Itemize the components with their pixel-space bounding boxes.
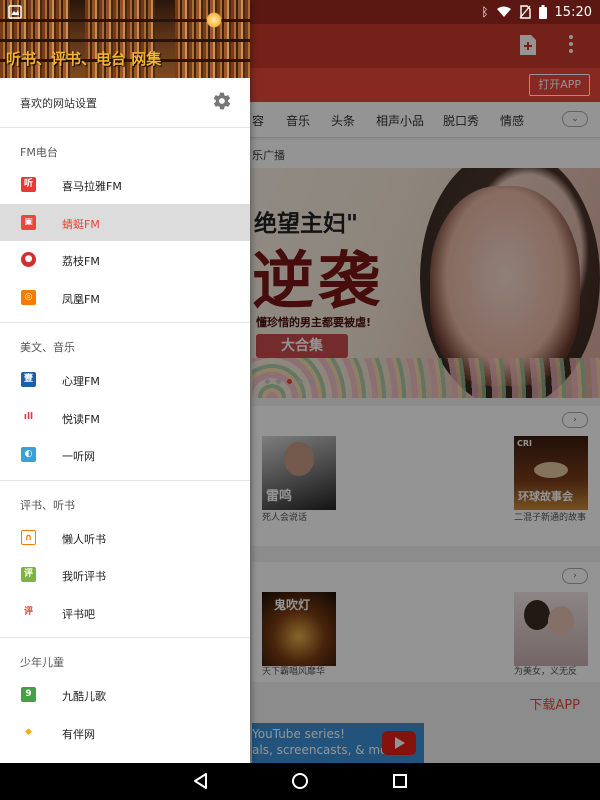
wifi-icon — [496, 6, 511, 17]
lizhi-icon: ● — [21, 252, 36, 267]
battery-icon — [538, 5, 547, 19]
drawer-item-label: 荔枝FM — [62, 255, 100, 268]
fenghuang-icon: ◎ — [21, 289, 36, 305]
drawer-header-title: 听书、评书、电台 网集 — [6, 50, 162, 68]
status-icons: ᛒ 15:20 — [481, 0, 592, 24]
drawer-item-label: 我听评书 — [62, 570, 106, 583]
no-sim-icon — [519, 5, 531, 19]
image-notification-icon — [8, 4, 22, 23]
drawer-item-ximalaya[interactable]: 听 喜马拉雅FM — [0, 166, 250, 204]
youban-icon: ◆ — [21, 724, 36, 740]
drawer-item-qingting[interactable]: ▣ 蜻蜓FM — [0, 203, 250, 241]
drawer-item-yuedu[interactable]: ıll 悦读FM — [0, 399, 250, 437]
qingting-icon: ▣ — [21, 214, 36, 230]
back-icon[interactable] — [192, 772, 208, 794]
drawer-item-label: 凤凰FM — [62, 292, 100, 306]
yuedu-icon: ıll — [21, 409, 36, 425]
group-title-storytelling: 评书、听书 — [20, 498, 75, 512]
xinli-icon: 壹 — [21, 372, 36, 387]
drawer-item-label: 悦读FM — [62, 412, 100, 426]
group-title-children: 少年儿童 — [20, 656, 64, 669]
drawer-item-label: 懒人听书 — [62, 532, 106, 546]
group-title-fm: FM电台 — [20, 146, 58, 159]
yiting-icon: ◐ — [21, 447, 36, 462]
screen: ᛒ 15:20 打开APP 容 音乐 头条 相声小品 脱口秀 情感 ⌄ 乐广播 … — [0, 0, 600, 800]
ximalaya-icon: 听 — [21, 177, 36, 192]
drawer-item-youban[interactable]: ◆ 有伴网 — [0, 714, 250, 752]
bluetooth-icon: ᛒ — [481, 5, 489, 19]
lamp-graphic — [206, 12, 222, 28]
drawer-item-woting[interactable]: 评 我听评书 — [0, 556, 250, 594]
drawer-item-lizhi[interactable]: ● 荔枝FM — [0, 241, 250, 279]
lanren-icon: ∩ — [21, 529, 36, 545]
woting-icon: 评 — [21, 567, 36, 582]
drawer-item-pingshuba[interactable]: 评 评书吧 — [0, 594, 250, 632]
gear-icon[interactable] — [212, 91, 232, 115]
drawer-item-xinli[interactable]: 壹 心理FM — [0, 361, 250, 399]
site-settings-row[interactable]: 喜欢的网站设置 — [0, 78, 250, 128]
drawer-item-label: 喜马拉雅FM — [62, 180, 122, 193]
drawer-item-label: 有伴网 — [62, 727, 95, 741]
navigation-drawer: 听书、评书、电台 网集 喜欢的网站设置 FM电台 听 喜马拉雅FM ▣ 蜻蜓FM… — [0, 0, 250, 763]
pingshuba-icon: 评 — [21, 604, 36, 620]
drawer-item-lanren[interactable]: ∩ 懒人听书 — [0, 519, 250, 557]
drawer-item-fenghuang[interactable]: ◎ 凤凰FM — [0, 279, 250, 317]
drawer-item-label: 评书吧 — [62, 607, 95, 621]
clock: 15:20 — [554, 4, 592, 20]
recents-icon[interactable] — [392, 772, 408, 794]
jiuku-icon: 9 — [21, 687, 36, 702]
drawer-item-label: 心理FM — [62, 375, 100, 388]
settings-label: 喜欢的网站设置 — [20, 97, 97, 110]
home-icon[interactable] — [291, 772, 309, 794]
shelf-row — [0, 39, 250, 42]
drawer-item-yiting[interactable]: ◐ 一听网 — [0, 436, 250, 474]
drawer-item-label: 蜻蜓FM — [62, 217, 100, 231]
drawer-item-label: 一听网 — [62, 450, 95, 463]
drawer-item-jiuku[interactable]: 9 九酷儿歌 — [0, 676, 250, 714]
drawer-item-label: 九酷儿歌 — [62, 690, 106, 703]
system-navigation-bar — [0, 763, 600, 800]
group-title-articles-music: 美文、音乐 — [20, 341, 75, 354]
drawer-header: 听书、评书、电台 网集 — [0, 0, 250, 78]
